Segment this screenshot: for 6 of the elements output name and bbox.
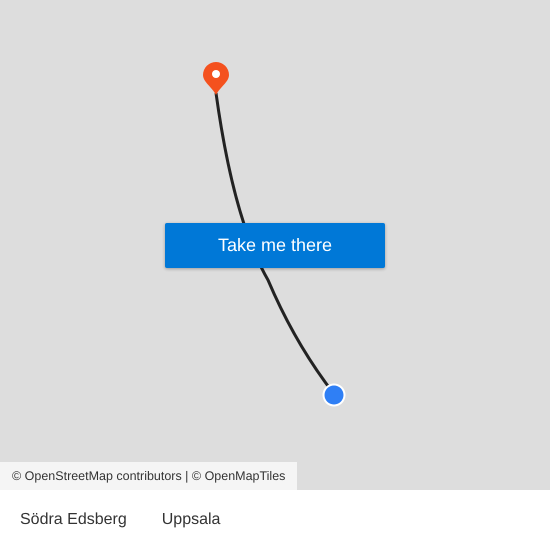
- map-attribution: © OpenStreetMap contributors | © OpenMapTiles: [0, 462, 298, 490]
- location-dot-icon: [322, 384, 346, 406]
- take-me-there-button[interactable]: Take me there: [165, 223, 385, 268]
- destination-name: Uppsala: [162, 511, 220, 529]
- destination-pin-icon: [203, 62, 229, 95]
- origin-name: Södra Edsberg: [20, 511, 127, 529]
